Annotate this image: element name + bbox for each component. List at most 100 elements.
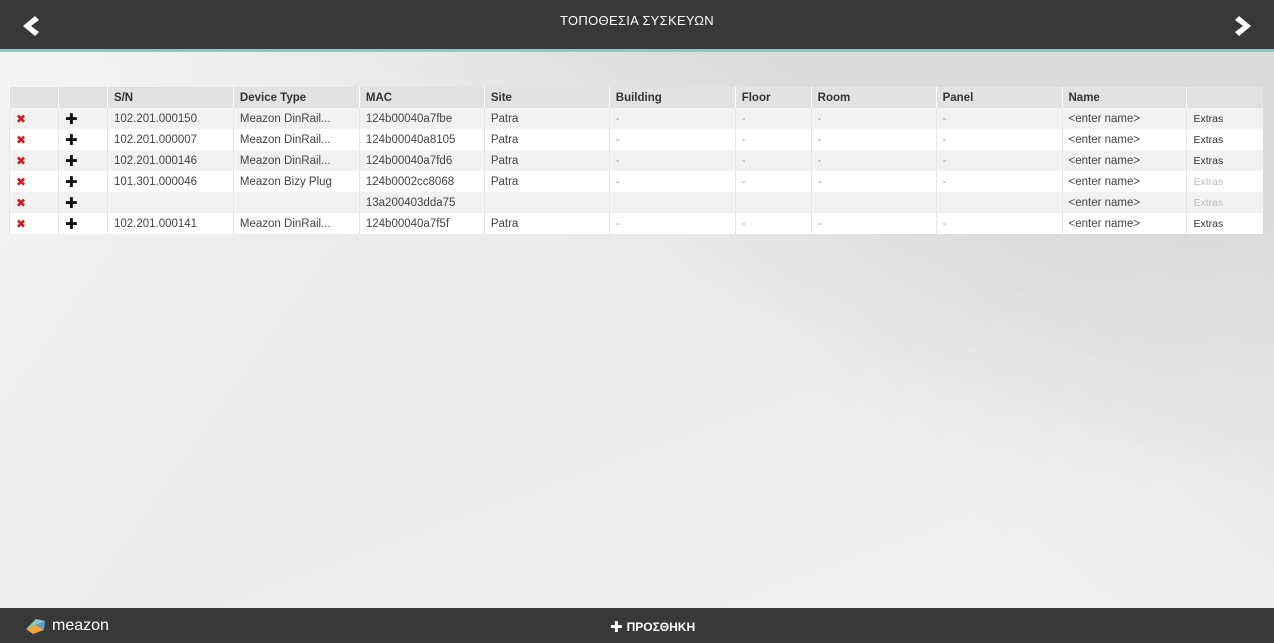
- sn-cell: 102.201.000150: [106, 108, 234, 129]
- delete-cell: ✖: [9, 108, 59, 129]
- name-field[interactable]: <enter name>: [1061, 213, 1187, 234]
- add-cell: ✚: [57, 129, 108, 150]
- column-header-floor: Floor: [734, 87, 812, 108]
- table-row: ✖ ✚ 102.201.000150 Meazon DinRail... 124b000…: [9, 108, 1263, 129]
- column-header-name: Name: [1061, 87, 1187, 108]
- mac-cell: 13a200403dda75: [358, 192, 485, 213]
- name-field[interactable]: <enter name>: [1061, 171, 1187, 192]
- mac-cell: 124b00040a7fd6: [358, 150, 485, 171]
- room-cell: -: [810, 171, 937, 192]
- name-field[interactable]: <enter name>: [1061, 129, 1187, 150]
- floor-cell: -: [734, 171, 812, 192]
- logo-text: meazon: [52, 617, 109, 634]
- building-cell: -: [608, 213, 736, 234]
- add-icon[interactable]: ✚: [65, 216, 78, 233]
- room-cell: -: [810, 150, 937, 171]
- add-device-button[interactable]: ✚ ΠΡΟΣΘΗΚΗ: [610, 618, 695, 636]
- footer-bar: meazon ✚ ΠΡΟΣΘΗΚΗ: [0, 608, 1274, 643]
- delete-icon[interactable]: ✖: [16, 175, 26, 189]
- delete-icon[interactable]: ✖: [16, 154, 26, 168]
- column-header-delete: [9, 87, 59, 108]
- building-cell: [608, 192, 736, 213]
- add-cell: ✚: [57, 192, 108, 213]
- add-cell: ✚: [57, 171, 108, 192]
- mac-cell: 124b00040a7fbe: [358, 108, 485, 129]
- table-header-row: S/N Device Type MAC Site Building Floor …: [9, 87, 1263, 108]
- site-cell: Patra: [483, 108, 610, 129]
- extras-button[interactable]: Extras: [1186, 213, 1263, 234]
- table-row: ✖ ✚ 102.201.000007 Meazon DinRail... 124b000…: [9, 129, 1263, 150]
- panel-cell: -: [935, 150, 1062, 171]
- table-row: ✖ ✚ 13a200403dda75 <enter name> Extras: [9, 192, 1263, 213]
- extras-button[interactable]: Extras: [1186, 108, 1263, 129]
- add-device-label: ΠΡΟΣΘΗΚΗ: [626, 620, 696, 634]
- panel-cell: -: [935, 129, 1062, 150]
- delete-cell: ✖: [9, 192, 59, 213]
- column-header-building: Building: [608, 87, 736, 108]
- delete-cell: ✖: [9, 213, 59, 234]
- room-cell: -: [810, 129, 937, 150]
- add-cell: ✚: [57, 108, 108, 129]
- device-type-cell: Meazon DinRail...: [232, 150, 360, 171]
- column-header-room: Room: [810, 87, 937, 108]
- device-type-cell: Meazon DinRail...: [232, 129, 360, 150]
- plus-icon: ✚: [610, 619, 623, 636]
- mac-cell: 124b00040a8105: [358, 129, 485, 150]
- site-cell: Patra: [483, 171, 610, 192]
- floor-cell: -: [734, 108, 812, 129]
- extras-button: Extras: [1186, 171, 1263, 192]
- column-header-panel: Panel: [935, 87, 1062, 108]
- add-icon[interactable]: ✚: [65, 174, 78, 191]
- add-icon[interactable]: ✚: [65, 195, 78, 212]
- add-icon[interactable]: ✚: [65, 153, 78, 170]
- sn-cell: 101.301.000046: [106, 171, 234, 192]
- site-cell: Patra: [483, 129, 610, 150]
- chevron-right-icon: [1235, 16, 1251, 36]
- column-header-device-type: Device Type: [232, 87, 360, 108]
- delete-icon[interactable]: ✖: [16, 133, 26, 147]
- floor-cell: [734, 192, 812, 213]
- table-row: ✖ ✚ 101.301.000046 Meazon Bizy Plug 124b0002…: [9, 171, 1263, 192]
- meazon-logo: meazon: [24, 612, 109, 640]
- page-title: ΤΟΠΟΘΕΣΙΑ ΣΥΣΚΕΥΩΝ: [560, 13, 714, 28]
- header-bar: ΤΟΠΟΘΕΣΙΑ ΣΥΣΚΕΥΩΝ: [0, 0, 1274, 52]
- forward-button[interactable]: [1231, 14, 1257, 38]
- site-cell: Patra: [483, 213, 610, 234]
- sn-cell: 102.201.000146: [106, 150, 234, 171]
- meazon-logo-icon: [26, 619, 45, 634]
- site-cell: Patra: [483, 150, 610, 171]
- devices-table: S/N Device Type MAC Site Building Floor …: [9, 87, 1263, 234]
- extras-button[interactable]: Extras: [1186, 150, 1263, 171]
- extras-button: Extras: [1186, 192, 1263, 213]
- delete-icon[interactable]: ✖: [16, 196, 26, 210]
- name-field[interactable]: <enter name>: [1061, 108, 1187, 129]
- name-field[interactable]: <enter name>: [1061, 192, 1187, 213]
- column-header-extras: [1186, 87, 1263, 108]
- delete-cell: ✖: [9, 171, 59, 192]
- column-header-mac: MAC: [358, 87, 485, 108]
- name-field[interactable]: <enter name>: [1061, 150, 1187, 171]
- room-cell: [810, 192, 937, 213]
- floor-cell: -: [734, 129, 812, 150]
- room-cell: -: [810, 108, 937, 129]
- floor-cell: -: [734, 150, 812, 171]
- extras-button[interactable]: Extras: [1186, 129, 1263, 150]
- building-cell: -: [608, 150, 736, 171]
- sn-cell: 102.201.000141: [106, 213, 234, 234]
- delete-icon[interactable]: ✖: [16, 217, 26, 231]
- table-row: ✖ ✚ 102.201.000141 Meazon DinRail... 124b000…: [9, 213, 1263, 234]
- add-cell: ✚: [57, 150, 108, 171]
- add-icon[interactable]: ✚: [65, 132, 78, 149]
- table-row: ✖ ✚ 102.201.000146 Meazon DinRail... 124b000…: [9, 150, 1263, 171]
- building-cell: -: [608, 108, 736, 129]
- add-icon[interactable]: ✚: [65, 111, 78, 128]
- panel-cell: -: [935, 171, 1062, 192]
- device-type-cell: Meazon Bizy Plug: [232, 171, 360, 192]
- panel-cell: -: [935, 213, 1062, 234]
- delete-cell: ✖: [9, 129, 59, 150]
- delete-icon[interactable]: ✖: [16, 112, 26, 126]
- mac-cell: 124b0002cc8068: [358, 171, 485, 192]
- site-cell: [483, 192, 610, 213]
- column-header-add: [57, 87, 108, 108]
- device-type-cell: Meazon DinRail...: [232, 108, 360, 129]
